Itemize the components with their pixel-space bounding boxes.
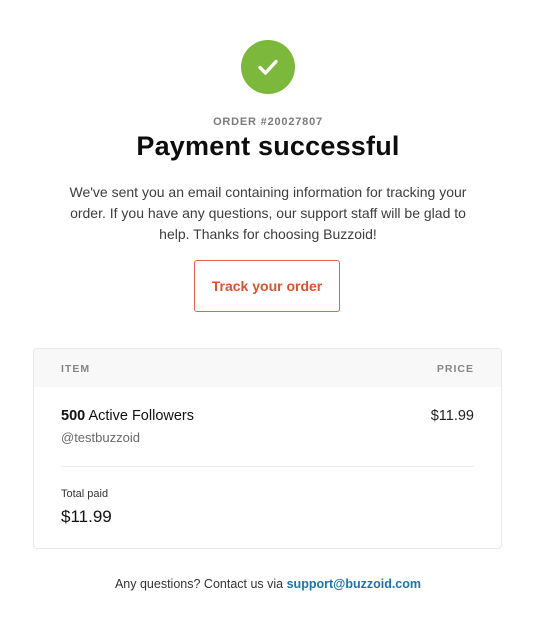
item-name: 500 Active Followers xyxy=(61,408,194,424)
track-order-button[interactable]: Track your order xyxy=(194,260,340,312)
price-column-header: PRICE xyxy=(436,363,474,375)
support-email-link[interactable]: support@buzzoid.com xyxy=(287,577,421,591)
item-username: @testbuzzoid xyxy=(61,430,140,445)
item-column-header: ITEM xyxy=(61,363,91,375)
item-product: Active Followers xyxy=(88,408,194,424)
divider xyxy=(61,466,474,467)
order-number: ORDER #20027807 xyxy=(213,116,323,128)
total-paid-label: Total paid xyxy=(61,488,109,500)
order-summary-header: ITEM PRICE xyxy=(34,349,501,387)
item-quantity: 500 xyxy=(61,408,86,424)
item-price: $11.99 xyxy=(430,408,474,424)
footer-text: Any questions? Contact us via xyxy=(114,577,284,591)
support-footer: Any questions? Contact us via support@bu… xyxy=(0,577,536,591)
order-confirmation-page: ORDER #20027807 Payment successful We've… xyxy=(0,0,548,636)
order-summary-card: ITEM PRICE 500 Active Followers @testbuz… xyxy=(33,348,502,549)
total-paid-value: $11.99 xyxy=(61,507,112,526)
success-check-icon xyxy=(241,40,295,94)
confirmation-message: We've sent you an email containing infor… xyxy=(69,184,467,242)
page-title: Payment successful xyxy=(136,131,400,161)
check-icon xyxy=(258,59,278,75)
